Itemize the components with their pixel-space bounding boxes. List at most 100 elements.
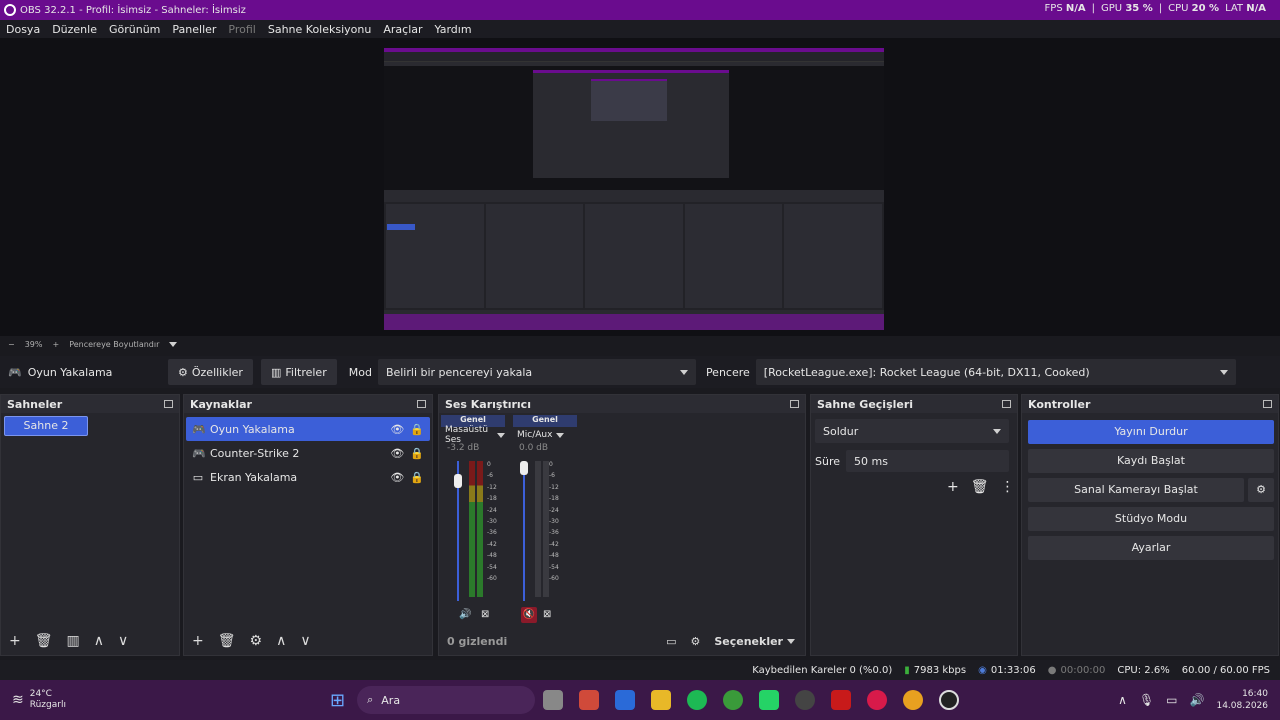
sources-dock: Kaynaklar 🎮 Oyun Yakalama 👁 🔒 🎮 Counter-… — [183, 394, 433, 656]
zoom-dropdown-icon[interactable] — [169, 341, 178, 347]
menu-help[interactable]: Yardım — [435, 23, 472, 36]
mode-select[interactable]: Belirli bir pencereyi yakala — [377, 359, 696, 385]
chevron-up-icon[interactable]: ∧ — [1118, 693, 1127, 707]
menu-view[interactable]: Görünüm — [109, 23, 160, 36]
channel-name[interactable]: Masaüstü Ses — [441, 425, 505, 445]
scale-tick: -60 — [549, 575, 559, 583]
nested-selection — [387, 224, 415, 230]
eye-icon[interactable]: 👁 — [390, 447, 404, 460]
undock-icon[interactable] — [1263, 400, 1272, 408]
menu-edit[interactable]: Düzenle — [52, 23, 97, 36]
zoom-in-button[interactable]: + — [52, 340, 59, 349]
zoom-out-button[interactable]: − — [8, 340, 15, 349]
add-icon[interactable]: + — [9, 633, 21, 649]
settings-button[interactable]: Ayarlar — [1028, 536, 1274, 560]
clock[interactable]: 16:40 14.08.2026 — [1216, 688, 1268, 712]
app-red-icon[interactable] — [831, 690, 852, 710]
volume-fader[interactable] — [523, 461, 525, 601]
channel-name[interactable]: Mic/Aux — [513, 427, 577, 443]
eye-icon[interactable]: 👁 — [390, 471, 404, 484]
source-item[interactable]: 🎮 Counter-Strike 2 👁 🔒 — [186, 441, 430, 465]
filters-button[interactable]: ▥ Filtreler — [260, 359, 337, 385]
more-icon[interactable]: ⋮ — [1001, 479, 1015, 495]
fader-knob[interactable] — [454, 473, 462, 488]
source-item[interactable]: 🎮 Oyun Yakalama 👁 🔒 — [186, 417, 430, 441]
taskbar-search[interactable]: ⌕ Ara — [357, 686, 536, 714]
source-item[interactable]: ▭ Ekran Yakalama 👁 🔒 — [186, 465, 430, 489]
trash-icon[interactable]: 🗑 — [35, 633, 53, 649]
weather-widget[interactable]: ≋ 24°C Rüzgarlı — [12, 689, 312, 711]
speaker-icon[interactable]: 🔊 — [459, 609, 471, 620]
microphone-icon[interactable]: 🎙 — [1139, 693, 1154, 707]
nested-dock — [485, 204, 584, 308]
lock-icon[interactable]: 🔒 — [410, 447, 424, 460]
scale-tick: -6 — [487, 472, 493, 480]
xbox-icon[interactable] — [723, 690, 744, 710]
network-icon[interactable]: ▭ — [1166, 693, 1177, 707]
chrome-icon[interactable] — [903, 690, 924, 710]
pdf-app-icon[interactable] — [579, 690, 600, 710]
transition-select[interactable]: Soldur — [815, 419, 1009, 443]
move-up-icon[interactable]: ∧ — [94, 633, 104, 649]
nested-preview-2 — [533, 70, 729, 178]
spotify-icon[interactable] — [687, 690, 708, 710]
bitrate-value: 7983 kbps — [913, 664, 967, 676]
duration-input[interactable]: 50 ms — [846, 450, 1009, 472]
move-down-icon[interactable]: ∨ — [300, 633, 310, 649]
undock-icon[interactable] — [790, 400, 799, 408]
gear-icon[interactable]: ⚙ — [250, 633, 263, 649]
menu-file[interactable]: Dosya — [6, 23, 40, 36]
task-view-icon[interactable] — [543, 690, 564, 710]
meter-scale: 0 -6 -12 -18 -24 -30 -36 -42 -48 -54 -60 — [549, 459, 559, 584]
fit-to-window[interactable]: Pencereye Boyutlandır — [69, 340, 159, 349]
mixer-settings-icon[interactable]: ⚙ — [690, 635, 700, 648]
chatgpt-icon[interactable] — [795, 690, 816, 710]
monitor-off-icon[interactable]: ⊠ — [481, 609, 489, 620]
start-icon[interactable]: ⊞ — [330, 690, 345, 711]
menu-tools[interactable]: Araçlar — [383, 23, 422, 36]
lock-icon[interactable]: 🔒 — [410, 423, 424, 436]
trash-icon[interactable]: 🗑 — [971, 479, 989, 495]
start-record-button[interactable]: Kaydı Başlat — [1028, 449, 1274, 473]
channel-tag: Genel — [513, 415, 577, 427]
gear-icon[interactable]: ⚙ — [1248, 478, 1274, 502]
store-icon[interactable] — [615, 690, 636, 710]
layout-icon[interactable]: ▭ — [666, 635, 676, 648]
trash-icon[interactable]: 🗑 — [218, 633, 236, 649]
monitor-off-icon[interactable]: ⊠ — [543, 609, 551, 620]
fps-status: 60.00 / 60.00 FPS — [1181, 664, 1270, 676]
hidden-count: 0 gizlendi — [447, 634, 508, 648]
menu-scene-collection[interactable]: Sahne Koleksiyonu — [268, 23, 372, 36]
fader-knob[interactable] — [520, 461, 528, 475]
obs-icon[interactable] — [939, 690, 960, 710]
chevron-down-icon — [679, 369, 688, 375]
volume-icon[interactable]: 🔊 — [1190, 693, 1205, 707]
filter-icon[interactable]: ▥ — [67, 633, 80, 649]
studio-mode-button[interactable]: Stüdyo Modu — [1028, 507, 1274, 531]
undock-icon[interactable] — [164, 400, 173, 408]
window-select[interactable]: [RocketLeague.exe]: Rocket League (64-bi… — [755, 359, 1236, 385]
scene-item[interactable]: Sahne 2 — [4, 416, 88, 436]
options-button[interactable]: Seçenekler — [714, 635, 795, 648]
move-down-icon[interactable]: ∨ — [118, 633, 128, 649]
eye-icon[interactable]: 👁 — [390, 423, 404, 436]
opera-icon[interactable] — [867, 690, 888, 710]
virtual-camera-button[interactable]: Sanal Kamerayı Başlat — [1028, 478, 1244, 502]
move-up-icon[interactable]: ∧ — [276, 633, 286, 649]
muted-speaker-icon[interactable]: 🔇 — [521, 607, 537, 623]
properties-button[interactable]: ⚙ Özellikler — [168, 359, 253, 385]
preview-area[interactable] — [0, 38, 1280, 336]
add-icon[interactable]: + — [192, 633, 204, 649]
stop-stream-button[interactable]: Yayını Durdur — [1028, 420, 1274, 444]
mode-value: Belirli bir pencereyi yakala — [385, 365, 533, 379]
chevron-down-icon — [556, 432, 565, 438]
preview-canvas[interactable] — [384, 48, 884, 330]
controls-dock: Kontroller Yayını Durdur Kaydı Başlat Sa… — [1021, 394, 1279, 656]
undock-icon[interactable] — [417, 400, 426, 408]
undock-icon[interactable] — [1002, 400, 1011, 408]
menu-docks[interactable]: Paneller — [172, 23, 216, 36]
add-icon[interactable]: + — [947, 479, 959, 495]
folder-icon[interactable] — [651, 690, 672, 710]
whatsapp-icon[interactable] — [759, 690, 780, 710]
lock-icon[interactable]: 🔒 — [410, 471, 424, 484]
